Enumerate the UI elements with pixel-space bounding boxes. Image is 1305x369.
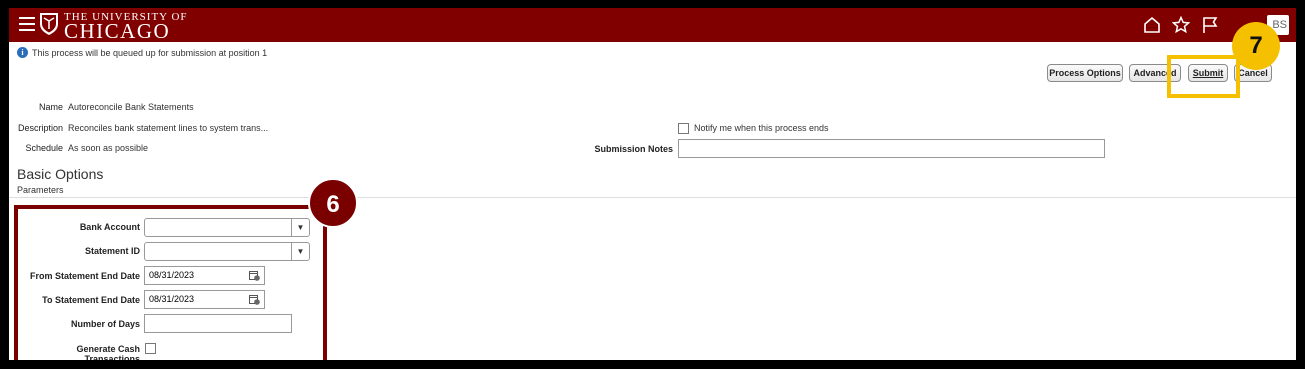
- parameters-label: Parameters: [17, 185, 64, 195]
- logo-chicago: CHICAGO: [64, 19, 171, 43]
- name-value: Autoreconcile Bank Statements: [68, 102, 194, 112]
- process-options-button[interactable]: Process Options: [1047, 64, 1123, 82]
- schedule-value: As soon as possible: [68, 143, 149, 153]
- description-value: Reconciles bank statement lines to syste…: [68, 123, 269, 133]
- submission-notes-label: Submission Notes: [594, 144, 673, 154]
- name-label: Name: [38, 102, 63, 112]
- notify-label: Notify me when this process ends: [694, 123, 829, 133]
- basic-options-title: Basic Options: [17, 166, 104, 182]
- step-7-callout: 7: [1232, 22, 1280, 70]
- screenshot-frame: THE UNIVERSITY OF CHICAGO BS i This proc…: [0, 0, 1305, 369]
- step-7-highlight-box: [1167, 55, 1240, 98]
- star-icon[interactable]: [1172, 16, 1190, 34]
- step-6-callout: 6: [308, 178, 358, 228]
- app-window: THE UNIVERSITY OF CHICAGO BS i This proc…: [9, 8, 1296, 360]
- section-divider: [9, 197, 1296, 198]
- university-shield-icon: [40, 13, 58, 35]
- flag-icon[interactable]: [1201, 16, 1219, 34]
- info-icon: i: [17, 47, 28, 58]
- notify-checkbox[interactable]: [678, 123, 689, 134]
- description-label: Description: [17, 123, 63, 133]
- schedule-label: Schedule: [25, 143, 63, 153]
- hamburger-menu-icon[interactable]: [19, 17, 35, 31]
- info-message-text: This process will be queued up for submi…: [32, 47, 268, 58]
- submission-notes-input[interactable]: [678, 139, 1105, 158]
- step-6-highlight-box: [14, 205, 327, 360]
- home-icon[interactable]: [1143, 16, 1161, 34]
- top-banner: THE UNIVERSITY OF CHICAGO BS: [9, 8, 1296, 42]
- info-message: i This process will be queued up for sub…: [17, 47, 267, 58]
